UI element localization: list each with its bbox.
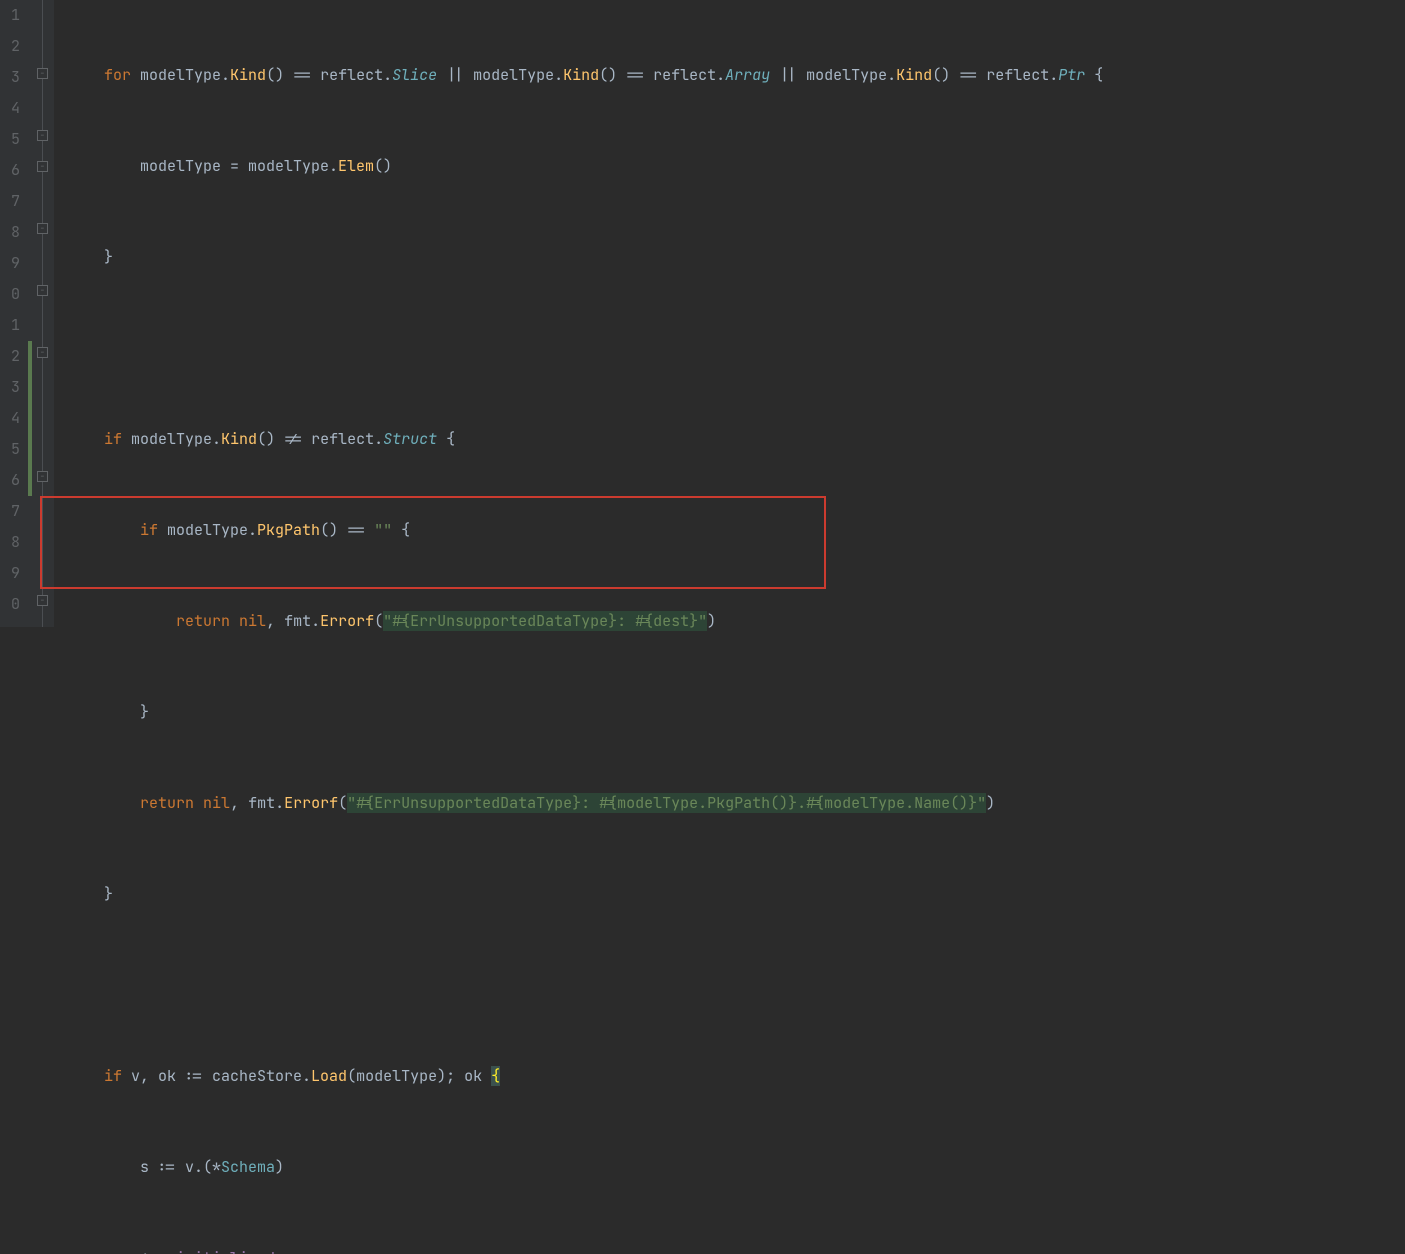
line-number: 0 xyxy=(0,279,20,310)
line-number: 4 xyxy=(0,403,20,434)
line-number: 6 xyxy=(0,465,20,496)
line-number: 9 xyxy=(0,558,20,589)
line-number: 8 xyxy=(0,527,20,558)
line-number: 2 xyxy=(0,31,20,62)
line-number: 4 xyxy=(0,93,20,124)
line-number: 3 xyxy=(0,372,20,403)
fold-marker-icon[interactable] xyxy=(37,161,48,172)
fold-marker-icon[interactable] xyxy=(37,471,48,482)
line-number: 6 xyxy=(0,155,20,186)
line-number: 8 xyxy=(0,217,20,248)
fold-marker-icon[interactable] xyxy=(37,285,48,296)
line-number: 5 xyxy=(0,434,20,465)
fold-gutter[interactable] xyxy=(32,0,54,627)
code-line[interactable]: modelType = modelType.Elem() xyxy=(68,151,1405,182)
code-line[interactable]: return nil, fmt.Errorf("#{ErrUnsupported… xyxy=(68,788,1405,819)
line-number: 5 xyxy=(0,124,20,155)
code-line[interactable] xyxy=(68,333,1405,364)
fold-marker-icon[interactable] xyxy=(37,595,48,606)
line-number: 1 xyxy=(0,0,20,31)
code-line[interactable]: if modelType.PkgPath() == "" { xyxy=(68,515,1405,546)
line-number: 0 xyxy=(0,589,20,620)
matched-brace: { xyxy=(491,1066,500,1086)
code-line[interactable]: for modelType.Kind() == reflect.Slice ||… xyxy=(68,60,1405,91)
code-line[interactable]: if v, ok := cacheStore.Load(modelType); … xyxy=(68,1061,1405,1092)
code-area[interactable]: for modelType.Kind() == reflect.Slice ||… xyxy=(54,0,1405,627)
code-line[interactable] xyxy=(68,970,1405,1001)
line-number: 7 xyxy=(0,186,20,217)
fold-marker-icon[interactable] xyxy=(37,130,48,141)
line-number-gutter: 1 2 3 4 5 6 7 8 9 0 1 2 3 4 5 6 7 8 9 0 xyxy=(0,0,28,627)
fold-marker-icon[interactable] xyxy=(37,223,48,234)
code-line[interactable]: s := v.(*Schema) xyxy=(68,1152,1405,1183)
code-line[interactable]: } xyxy=(68,879,1405,910)
line-number: 7 xyxy=(0,496,20,527)
code-line[interactable]: } xyxy=(68,697,1405,728)
code-line[interactable]: if modelType.Kind() != reflect.Struct { xyxy=(68,424,1405,455)
code-line[interactable]: return nil, fmt.Errorf("#{ErrUnsupported… xyxy=(68,606,1405,637)
code-line[interactable]: <-s.initialized xyxy=(68,1243,1405,1254)
line-number: 3 xyxy=(0,62,20,93)
line-number: 9 xyxy=(0,248,20,279)
fold-marker-icon[interactable] xyxy=(37,68,48,79)
fold-marker-icon[interactable] xyxy=(37,347,48,358)
code-editor[interactable]: 1 2 3 4 5 6 7 8 9 0 1 2 3 4 5 6 7 8 9 0 xyxy=(0,0,1405,627)
code-line[interactable]: } xyxy=(68,242,1405,273)
line-number: 2 xyxy=(0,341,20,372)
line-number: 1 xyxy=(0,310,20,341)
